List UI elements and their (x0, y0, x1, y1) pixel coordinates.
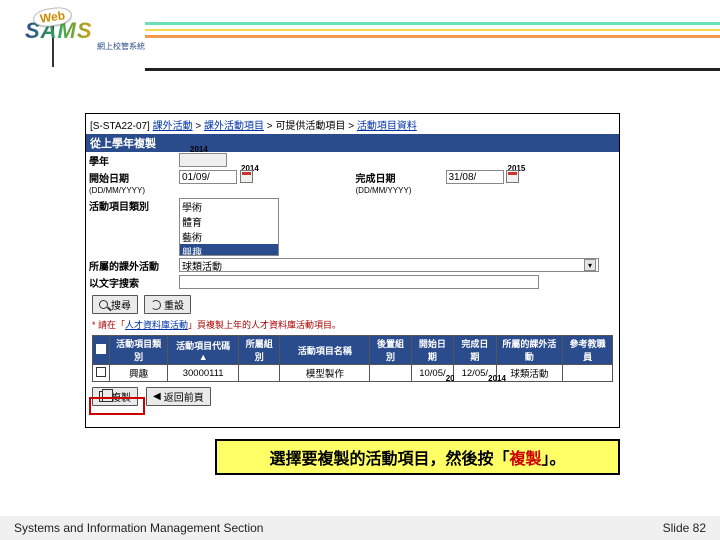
col-name: 活動項目名稱 (280, 336, 370, 365)
text-search-input[interactable] (179, 275, 539, 289)
cat-option-1[interactable]: 體育 (180, 214, 278, 229)
school-year-label: 學年 (86, 152, 176, 169)
app-screenshot: [S-STA22-07] 課外活動 > 課外活動項目 > 可提供活動項目 > 活… (85, 113, 620, 428)
search-icon (99, 300, 108, 309)
copy-icon (99, 391, 108, 402)
websams-logo: Web SAMS 網上校管系統 (25, 18, 145, 60)
select-all-checkbox[interactable] (96, 344, 106, 354)
cell-name: 模型製作 (280, 365, 370, 382)
crumb-1[interactable]: 課外活動項目 (204, 121, 264, 132)
calendar-icon[interactable] (240, 170, 253, 183)
reset-button[interactable]: 重設 (144, 295, 191, 314)
cell-code: 30000111 (168, 365, 239, 382)
cell-staff (563, 365, 613, 382)
note-link[interactable]: 人才資料庫活動 (125, 320, 188, 330)
cat-option-2[interactable]: 藝術 (180, 229, 278, 244)
school-year-value: 2014 (190, 145, 208, 154)
chevron-down-icon: ▾ (584, 259, 596, 271)
header-color-bands (145, 22, 720, 42)
note-text: * 請在「人才資料庫活動」頁複製上年的人才資料庫活動項目。 (92, 318, 613, 331)
crumb-3[interactable]: 活動項目資料 (357, 121, 417, 132)
back-button[interactable]: ◀返回前頁 (146, 387, 211, 406)
results-table: 活動項目類別 活動項目代碼 ▲ 所屬組別 活動項目名稱 後置組別 開始日期 完成… (92, 335, 613, 382)
slide-header: Web SAMS 網上校管系統 (0, 10, 720, 65)
cell-post (370, 365, 411, 382)
cat-option-0[interactable]: 學術 (180, 199, 278, 214)
col-scope: 所屬的課外活動 (496, 336, 563, 365)
cat-option-3[interactable]: 興趣 (180, 244, 278, 256)
category-listbox[interactable]: 學術 體育 藝術 興趣 全校參與計劃 (179, 198, 279, 256)
start-date-input[interactable] (179, 170, 237, 184)
cell-pre (239, 365, 280, 382)
slide-footer: Systems and Information Management Secti… (0, 516, 720, 540)
scope-select[interactable]: 球類活動 ▾ (179, 258, 599, 272)
end-date-input[interactable] (446, 170, 504, 184)
col-code[interactable]: 活動項目代碼 ▲ (168, 336, 239, 365)
cell-start: 10/05/2014 (411, 365, 453, 382)
scope-label: 所屬的課外活動 (86, 257, 176, 274)
breadcrumb: [S-STA22-07] 課外活動 > 課外活動項目 > 可提供活動項目 > 活… (86, 114, 619, 134)
instruction-callout: 選擇要複製的活動項目，然後按「複製」。 (215, 439, 620, 475)
copy-button[interactable]: 複製 (92, 387, 138, 406)
search-form: 學年 2014 開始日期 (DD/MM/YYYY) 2014 完成日期 (86, 152, 619, 291)
section-title: 從上學年複製 (86, 134, 619, 152)
col-staff: 參考教職員 (563, 336, 613, 365)
school-year-select[interactable] (179, 153, 227, 167)
footer-left: Systems and Information Management Secti… (14, 521, 263, 535)
col-post: 後置組別 (370, 336, 411, 365)
cell-end: 12/05/2014 (454, 365, 496, 382)
category-label: 活動項目類別 (86, 197, 176, 257)
col-cat: 活動項目類別 (110, 336, 168, 365)
col-pre: 所屬組別 (239, 336, 280, 365)
col-start: 開始日期 (411, 336, 453, 365)
footer-right: Slide 82 (663, 521, 706, 535)
crumb-2: 可提供活動項目 (275, 121, 345, 132)
end-date-label: 完成日期 (DD/MM/YYYY) (353, 169, 443, 197)
col-end: 完成日期 (454, 336, 496, 365)
back-icon: ◀ (153, 391, 161, 402)
table-row: 興趣 30000111 模型製作 10/05/2014 12/05/2014 球… (93, 365, 613, 382)
crumb-0[interactable]: 課外活動 (153, 121, 193, 132)
calendar-icon[interactable] (506, 170, 519, 183)
search-button[interactable]: 搜尋 (92, 295, 138, 314)
reset-icon (151, 300, 161, 310)
start-date-label: 開始日期 (DD/MM/YYYY) (86, 169, 176, 197)
row-checkbox[interactable] (96, 367, 106, 377)
header-rule (145, 68, 720, 71)
cell-cat: 興趣 (110, 365, 168, 382)
cell-scope: 球類活動 (496, 365, 563, 382)
scope-value: 球類活動 (182, 258, 222, 273)
page-code: [S-STA22-07] (90, 121, 150, 132)
text-search-label: 以文字搜索 (86, 274, 176, 291)
